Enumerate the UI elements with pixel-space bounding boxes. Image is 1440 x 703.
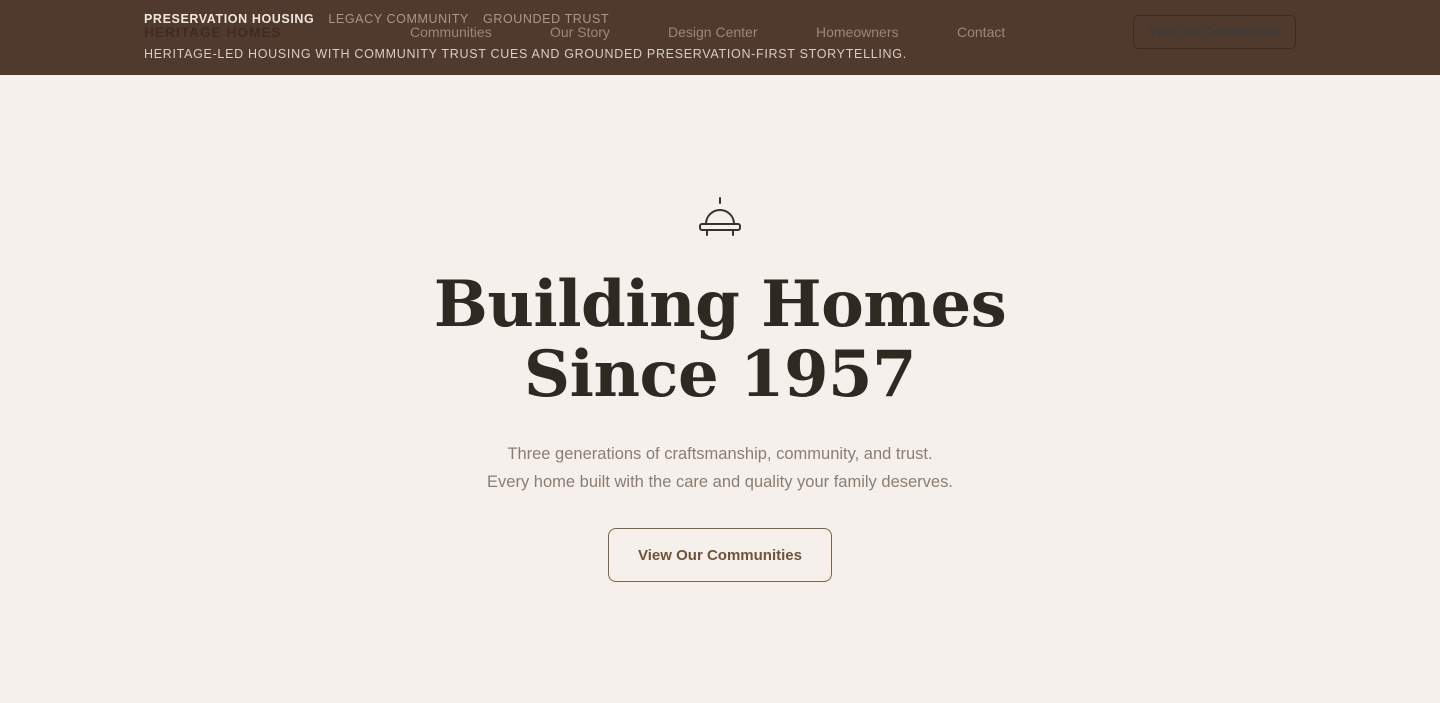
header-view-communities-button[interactable]: View Our Communities bbox=[1133, 15, 1296, 49]
hero-view-communities-button[interactable]: View Our Communities bbox=[608, 528, 832, 582]
hero-subtitle-line-2: Every home built with the care and quali… bbox=[487, 473, 953, 491]
dome-bell-icon bbox=[699, 197, 741, 236]
hero-title-line-1: Building Homes bbox=[433, 267, 1007, 342]
nav-design-center[interactable]: Design Center bbox=[668, 24, 758, 40]
nav-contact[interactable]: Contact bbox=[957, 24, 1005, 40]
nav-communities[interactable]: Communities bbox=[410, 24, 492, 40]
header-tagline: Heritage-led housing with community trus… bbox=[144, 47, 907, 61]
hero-subtitle-line-1: Three generations of craftsmanship, comm… bbox=[507, 445, 933, 463]
nav-our-story[interactable]: Our Story bbox=[550, 24, 610, 40]
hero-title: Building Homes Since 1957 bbox=[0, 270, 1440, 410]
hero-title-line-2: Since 1957 bbox=[523, 337, 917, 412]
nav-homeowners[interactable]: Homeowners bbox=[816, 24, 898, 40]
hero-subtitle: Three generations of craftsmanship, comm… bbox=[0, 440, 1440, 496]
top-header: Preservation Housing Legacy Community Gr… bbox=[0, 0, 1440, 75]
